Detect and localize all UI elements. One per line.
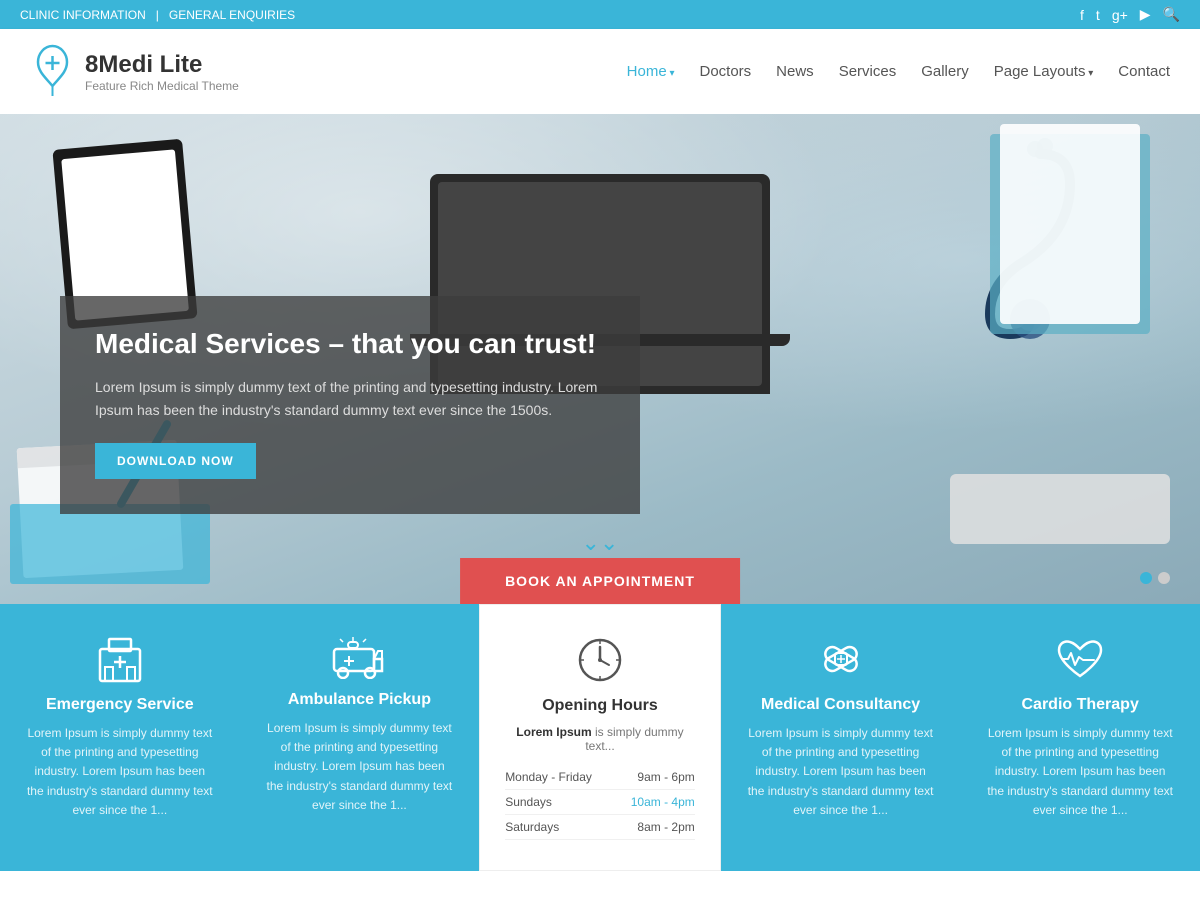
slider-dot-1[interactable] [1140,572,1152,584]
emergency-desc: Lorem Ipsum is simply dummy text of the … [25,724,215,820]
nav-gallery[interactable]: Gallery [921,63,969,80]
oh-intro-rest: is simply dummy text... [585,725,683,753]
nav-doctors[interactable]: Doctors [699,63,751,80]
nav-page-layouts[interactable]: Page Layouts [994,63,1094,80]
ambulance-desc: Lorem Ipsum is simply dummy text of the … [265,719,455,815]
cardio-title: Cardio Therapy [985,696,1175,714]
consultancy-title: Medical Consultancy [746,696,936,714]
oh-day-saturday: Saturdays [505,820,559,834]
services-row: Emergency Service Lorem Ipsum is simply … [0,604,1200,871]
header: 8Medi Lite Feature Rich Medical Theme Ho… [0,29,1200,114]
top-bar-right: f t g+ ▶ 🔍 [1080,6,1180,23]
oh-row-sunday: Sundays 10am - 4pm [505,790,695,815]
clock-icon [575,635,625,685]
appointment-bar: ⌄⌄ BOOK AN APPOINTMENT [460,532,740,604]
service-card-opening-hours: Opening Hours Lorem Ipsum is simply dumm… [479,604,721,871]
nav-services[interactable]: Services [839,63,897,80]
keyboard-decoration [950,474,1170,544]
chevron-down-icon: ⌄⌄ [582,532,619,554]
clinic-info-link[interactable]: CLINIC INFORMATION [20,8,146,22]
separator: | [156,8,159,22]
site-tagline: Feature Rich Medical Theme [85,79,239,93]
oh-intro-bold: Lorem Ipsum [516,725,591,739]
enquiries-link[interactable]: GENERAL ENQUIRIES [169,8,295,22]
oh-time-sunday: 10am - 4pm [631,795,695,809]
site-name: 8Medi Lite [85,51,239,79]
ambulance-title: Ambulance Pickup [265,691,455,709]
hero-section: Medical Services – that you can trust! L… [0,114,1200,604]
logo-icon [30,44,75,99]
hospital-icon [95,634,145,684]
book-appointment-button[interactable]: BOOK AN APPOINTMENT [460,558,740,604]
logo-area: 8Medi Lite Feature Rich Medical Theme [30,44,239,99]
search-icon[interactable]: 🔍 [1163,6,1180,23]
hero-overlay: Medical Services – that you can trust! L… [60,296,640,514]
paper-top-decoration [1000,124,1140,324]
opening-hours-intro: Lorem Ipsum is simply dummy text... [505,725,695,753]
service-card-emergency: Emergency Service Lorem Ipsum is simply … [0,604,240,871]
cardio-desc: Lorem Ipsum is simply dummy text of the … [985,724,1175,820]
service-card-consultancy: Medical Consultancy Lorem Ipsum is simpl… [721,604,961,871]
nav-home[interactable]: Home [627,63,675,80]
youtube-icon[interactable]: ▶ [1140,6,1151,23]
opening-hours-title: Opening Hours [505,697,695,715]
nav-news[interactable]: News [776,63,814,80]
top-bar-left: CLINIC INFORMATION | GENERAL ENQUIRIES [20,8,295,22]
bandaid-icon [816,634,866,684]
oh-row-saturday: Saturdays 8am - 2pm [505,815,695,840]
service-card-cardio: Cardio Therapy Lorem Ipsum is simply dum… [960,604,1200,871]
emergency-title: Emergency Service [25,696,215,714]
hero-title: Medical Services – that you can trust! [95,326,605,362]
nav-contact[interactable]: Contact [1118,63,1170,80]
facebook-icon[interactable]: f [1080,7,1084,23]
slider-dots [1140,572,1170,584]
main-nav: Home Doctors News Services Gallery Page … [627,63,1170,80]
twitter-icon[interactable]: t [1096,7,1100,23]
download-now-button[interactable]: DOWNLOAD NOW [95,443,256,479]
oh-time-saturday: 8am - 2pm [637,820,694,834]
folder-decoration [10,504,210,584]
hero-description: Lorem Ipsum is simply dummy text of the … [95,376,605,421]
heartbeat-icon [1054,634,1106,684]
service-card-ambulance: Ambulance Pickup Lorem Ipsum is simply d… [240,604,480,871]
oh-time-weekday: 9am - 6pm [637,770,694,784]
ambulance-icon [332,634,387,679]
oh-day-sunday: Sundays [505,795,552,809]
google-plus-icon[interactable]: g+ [1112,7,1128,23]
top-bar: CLINIC INFORMATION | GENERAL ENQUIRIES … [0,0,1200,29]
oh-day-weekday: Monday - Friday [505,770,592,784]
consultancy-desc: Lorem Ipsum is simply dummy text of the … [746,724,936,820]
oh-row-weekday: Monday - Friday 9am - 6pm [505,765,695,790]
logo-text: 8Medi Lite Feature Rich Medical Theme [85,51,239,93]
slider-dot-2[interactable] [1158,572,1170,584]
